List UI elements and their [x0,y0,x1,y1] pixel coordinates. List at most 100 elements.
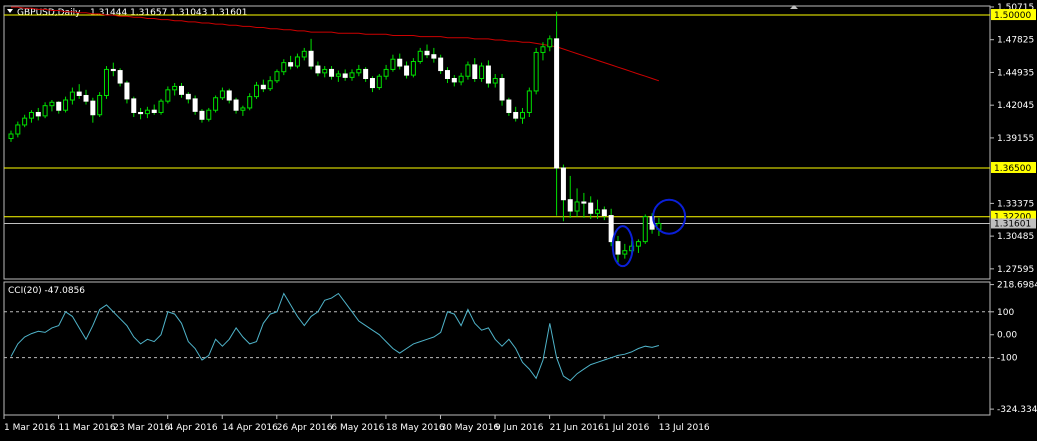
bear-candle [560,167,566,201]
bull-candle [69,91,75,101]
bear-candle [397,58,403,67]
date-tick-label: 18 May 2016 [386,423,445,433]
bull-candle [574,201,580,212]
bull-candle [410,61,416,76]
date-tick-label: 23 Mar 2016 [113,423,170,433]
bull-candle [526,90,532,113]
bull-candle [642,216,648,243]
bear-candle [499,77,505,101]
time-axis: 1 Mar 2016 11 Mar 201623 Mar 20164 Apr 20… [3,415,710,433]
bull-candle [479,65,485,79]
bull-candle [376,75,382,89]
bear-candle [369,77,375,89]
bull-candle [206,109,212,120]
bear-candle [601,209,607,217]
price-tick-label: 1.33375 [997,199,1034,209]
bull-candle [219,90,225,99]
bull-candle [247,96,253,109]
bear-candle [485,65,491,84]
bear-candle [431,54,437,59]
price-tick-label: 1.42045 [997,101,1034,111]
bull-candle [635,241,641,247]
date-tick-label: 4 Apr 2016 [168,423,218,433]
bear-candle [185,93,191,100]
bull-candle [492,77,498,84]
price-tick-label: 1.27595 [997,265,1034,275]
bear-candle [615,241,621,255]
price-tick-label: 1.30485 [997,232,1034,242]
bull-candle [349,72,355,78]
bull-candle [103,68,109,96]
bull-candle [158,100,164,113]
bull-candle [42,105,48,117]
bull-candle [49,101,55,107]
bear-candle [226,90,232,101]
symbol-title: GBPUSD,Daily [17,8,81,18]
date-tick-label: 1 Mar 2016 [4,423,56,433]
bull-candle [520,111,525,119]
bull-candle [417,50,423,63]
bull-candle [458,75,464,83]
bull-candle [322,68,328,74]
bear-candle [260,84,266,90]
bull-candle [254,84,260,98]
bull-candle [97,94,103,116]
price-tick-label: 1.47825 [997,36,1034,46]
date-tick-label: 1 Jul 2016 [604,423,649,433]
bear-candle [110,68,116,72]
bull-candle [622,250,628,255]
bear-candle [151,109,157,113]
bull-candle [547,38,553,48]
bear-candle [83,94,89,102]
price-frame [3,5,991,280]
bull-candle [28,111,34,119]
bear-candle [438,57,444,72]
bear-candle [90,100,96,116]
bear-candle [329,68,335,77]
bear-candle [233,99,239,111]
date-tick-label: 13 Jul 2016 [659,423,710,433]
cci-tick-label: 100 [997,308,1014,318]
date-tick-label: 26 Apr 2016 [277,423,333,433]
bull-candle [335,73,341,77]
bull-candle [390,58,396,70]
bear-candle [472,64,478,79]
cci-tick-label: -100 [997,354,1018,364]
bear-candle [608,215,614,243]
date-tick-label: 6 May 2016 [331,423,384,433]
bear-candle [199,110,205,120]
bear-candle [451,77,457,83]
bear-candle [315,65,321,74]
triangle-down-icon[interactable] [7,9,13,13]
bull-candle [281,62,287,73]
bear-candle [342,73,348,78]
bull-candle [465,64,471,77]
cci-line [10,292,660,382]
bear-candle [288,62,294,67]
bull-candle [172,85,178,91]
price-tick-label: 1.39155 [997,134,1034,144]
bull-candle [301,50,307,58]
date-tick-label: 30 May 2016 [440,423,499,433]
bear-candle [35,111,41,117]
bull-candle [540,46,546,53]
bear-candle [131,98,137,113]
date-tick-label: 9 Jun 2016 [495,423,544,433]
bear-candle [308,50,314,67]
bull-candle [22,117,28,126]
bull-candle [533,51,539,92]
cci-title: CCI(20) -47.0856 [8,286,85,296]
bear-candle [404,65,410,76]
bear-candle [581,201,587,204]
bull-candle [294,56,300,67]
bear-candle [363,68,369,79]
bull-candle [267,80,273,90]
bear-candle [138,111,144,115]
bull-candle [8,133,14,140]
ohlc-values: 1.31444 1.31657 1.31043 1.31601 [90,8,247,18]
bear-candle [444,70,450,79]
bear-candle [513,111,519,119]
cci-tick-label: -324.3348 [997,405,1037,415]
bull-candle [240,107,246,111]
bear-candle [567,199,573,212]
